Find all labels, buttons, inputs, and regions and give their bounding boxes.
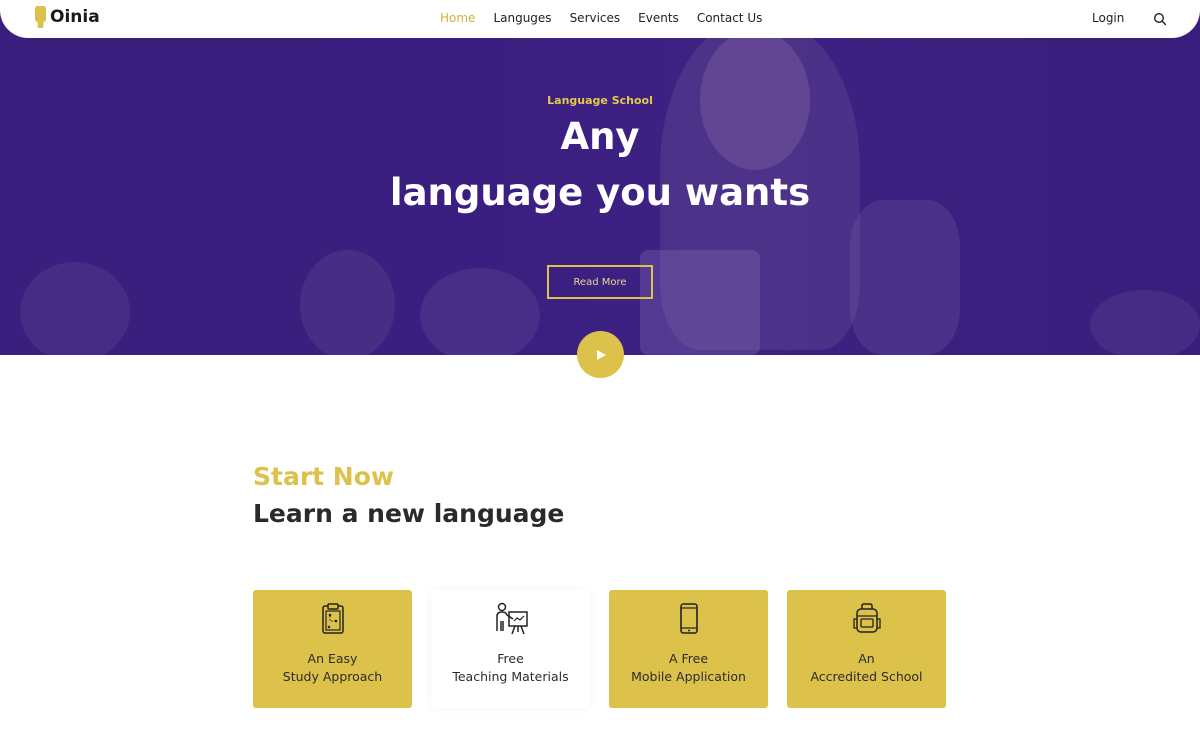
backpack-icon <box>852 603 881 633</box>
teacher-icon <box>495 602 528 635</box>
nav-item-events[interactable]: Events <box>638 11 679 25</box>
feature-title-line2: Accredited School <box>810 669 923 684</box>
feature-title-line1: A Free <box>668 651 709 666</box>
nav-item-contact-us[interactable]: Contact Us <box>697 11 763 25</box>
hero-title-line1: Any <box>560 115 640 158</box>
section-heading: Learn a new language <box>253 499 565 528</box>
nav-item-services[interactable]: Services <box>570 11 621 25</box>
logo-icon <box>35 6 46 28</box>
site-header: Oinia Home Languges Services Events Cont… <box>0 0 1200 38</box>
nav-item-home[interactable]: Home <box>440 11 475 25</box>
feature-card-study-approach[interactable]: An Easy Study Approach <box>253 590 412 708</box>
feature-title-line1: Free <box>497 651 524 666</box>
hero-title-line2: language you wants <box>389 171 811 214</box>
main-nav: Home Languges Services Events Contact Us <box>440 11 780 25</box>
hero-photo-shape <box>20 262 130 355</box>
hero-photo-shape <box>1090 290 1200 355</box>
hero-eyebrow: Language School <box>547 94 653 107</box>
feature-title-line2: Teaching Materials <box>452 669 569 684</box>
feature-title-line2: Mobile Application <box>631 669 746 684</box>
feature-title-line2: Study Approach <box>282 669 383 684</box>
hero-photo-shape <box>420 268 540 355</box>
section-kicker: Start Now <box>253 462 395 491</box>
feature-title-line1: An Easy <box>307 651 358 666</box>
play-video-button[interactable] <box>577 331 624 378</box>
feature-card-teaching-materials[interactable]: Free Teaching Materials <box>431 590 590 708</box>
play-icon <box>596 349 606 360</box>
login-link[interactable]: Login <box>1092 11 1124 25</box>
hero-photo-shape <box>300 250 395 355</box>
logo[interactable]: Oinia <box>34 6 100 32</box>
feature-card-accredited-school[interactable]: An Accredited School <box>787 590 946 708</box>
search-icon[interactable] <box>1153 12 1167 26</box>
read-more-button[interactable]: Read More <box>547 265 653 299</box>
feature-title-line1: An <box>858 651 875 666</box>
nav-item-languges[interactable]: Languges <box>493 11 551 25</box>
clipboard-icon <box>321 603 344 634</box>
logo-text: Oinia <box>50 7 100 27</box>
hero-photo-shape <box>640 250 760 355</box>
hero-banner: Language School Any language you wants R… <box>0 0 1200 355</box>
feature-card-mobile-app[interactable]: A Free Mobile Application <box>609 590 768 708</box>
smartphone-icon <box>679 603 698 634</box>
hero-photo-shape <box>850 200 960 355</box>
